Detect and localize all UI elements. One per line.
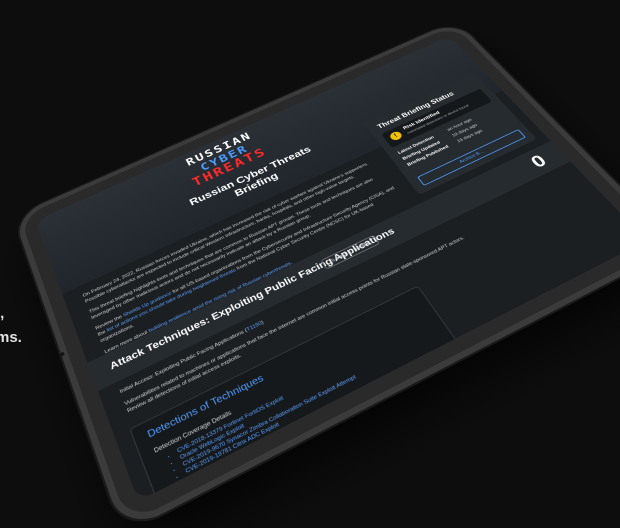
- camera-icon: [59, 351, 65, 357]
- list-item[interactable]: Oracle WebLogic Exploit: [179, 368, 354, 462]
- caption-line-1: l,: [0, 305, 5, 322]
- list-item[interactable]: CVE-2019-19781 Citrix ADC Exploit: [185, 381, 362, 476]
- caption-line-2: ms.: [0, 329, 22, 346]
- warning-icon: !: [388, 130, 404, 142]
- tablet-device: RUSSIAN CYBER THREATS Russian Cyber Thre…: [19, 25, 620, 524]
- tablet-screen: RUSSIAN CYBER THREATS Russian Cyber Thre…: [35, 36, 620, 502]
- clock-icon: ◷: [328, 257, 337, 265]
- detection-count: 0: [526, 151, 551, 172]
- t1190-link[interactable]: T1190: [246, 321, 263, 333]
- marketing-caption: l, ms.: [0, 302, 22, 350]
- time-range-label: Last 3 months: [335, 240, 372, 262]
